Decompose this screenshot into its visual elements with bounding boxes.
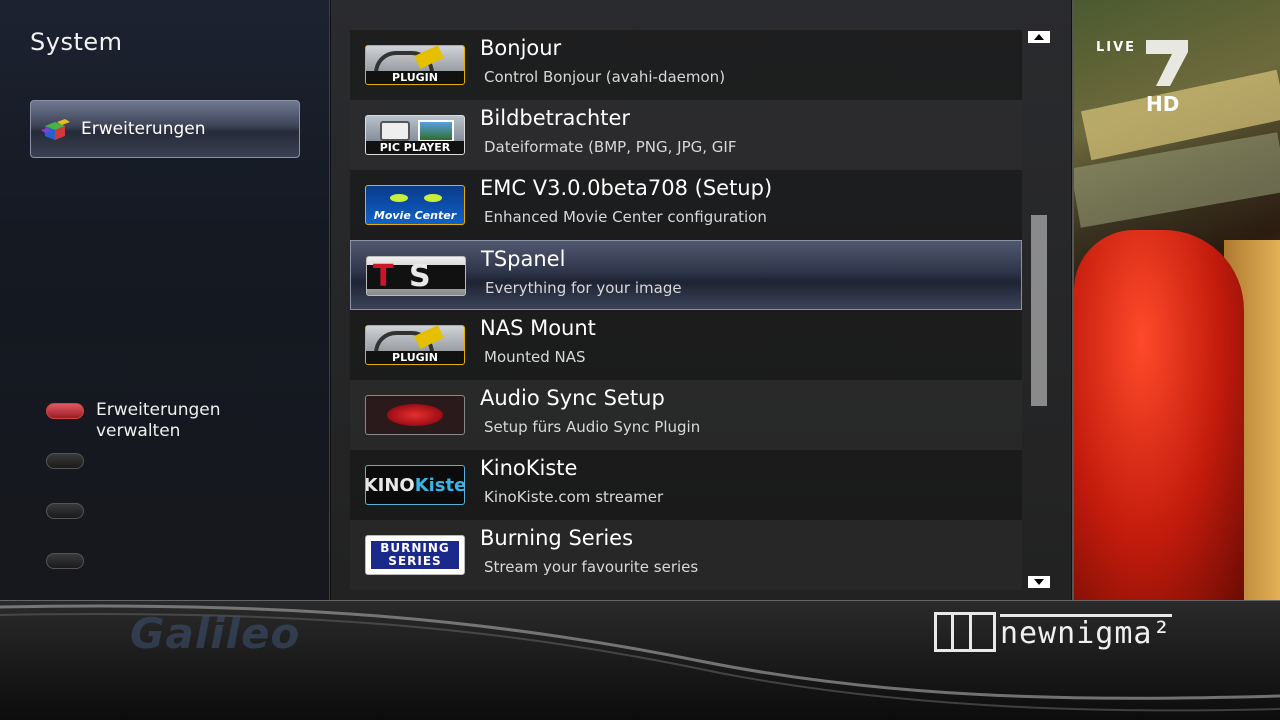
list-item[interactable]: PLUGIN Bonjour Control Bonjour (avahi-da… [350,30,1022,100]
plugin-list: PLUGIN Bonjour Control Bonjour (avahi-da… [331,0,1071,600]
left-panel: System Erweiterungen Erweiterungen verwa… [0,0,330,600]
category-erweiterungen-button[interactable]: Erweiterungen [30,100,300,158]
list-item[interactable]: Movie Center EMC V3.0.0beta708 (Setup) E… [350,170,1022,240]
item-title: Burning Series [480,526,634,550]
newnigma-logo: newnigma² [934,611,1172,653]
item-description: Control Bonjour (avahi-daemon) [484,68,726,86]
page-title: System [30,28,123,56]
green-key-button[interactable] [46,453,84,469]
hd-label: HD [1146,92,1180,116]
item-title: NAS Mount [480,316,596,340]
item-title: TSpanel [481,247,566,271]
pic-player-icon: PIC PLAYER [365,115,465,155]
galileo-watermark: Galileo [130,609,301,658]
list-item[interactable]: PLUGIN NAS Mount Mounted NAS [350,310,1022,380]
list-item[interactable]: PIC PLAYER Bildbetrachter Dateiformate (… [350,100,1022,170]
item-title: EMC V3.0.0beta708 (Setup) [480,176,773,200]
scrollbar-thumb[interactable] [1031,215,1047,406]
item-description: Setup fürs Audio Sync Plugin [484,418,701,436]
list-item-selected[interactable]: TS TSpanel Everything for your image [350,240,1022,310]
red-key-button[interactable] [46,403,84,419]
yellow-key-button[interactable] [46,503,84,519]
brand-text: newnigma² [1000,613,1172,651]
lips-icon [365,395,465,435]
scroll-up-arrow-icon[interactable] [1028,31,1050,43]
scroll-down-arrow-icon[interactable] [1028,576,1050,588]
burning-series-icon: BURNING SERIES [365,535,465,575]
plugin-icon: PLUGIN [365,325,465,365]
item-description: Mounted NAS [484,348,586,366]
item-title: Bonjour [480,36,562,60]
list-item[interactable]: BURNING SERIES Burning Series Stream you… [350,520,1022,590]
plugin-icon: PLUGIN [365,45,465,85]
cubes-icon [41,119,70,140]
kinokiste-icon: KINO Kiste [365,465,465,505]
category-label: Erweiterungen [81,119,206,139]
item-description: Stream your favourite series [484,558,699,576]
tspanel-icon: TS [366,256,466,296]
red-key-label: Erweiterungen verwalten [96,400,221,441]
newnigma-icon [934,612,996,652]
item-description: Enhanced Movie Center configuration [484,208,767,226]
list-item[interactable]: Audio Sync Setup Setup fürs Audio Sync P… [350,380,1022,450]
blue-key-button[interactable] [46,553,84,569]
item-description: KinoKiste.com streamer [484,488,664,506]
item-description: Everything for your image [485,279,682,297]
movie-center-icon: Movie Center [365,185,465,225]
live-label: LIVE [1096,40,1137,55]
item-description: Dateiformate (BMP, PNG, JPG, GIF [484,138,737,156]
item-title: Audio Sync Setup [480,386,665,410]
list-item[interactable]: KINO Kiste KinoKiste KinoKiste.com stream… [350,450,1022,520]
item-title: KinoKiste [480,456,578,480]
item-title: Bildbetrachter [480,106,631,130]
prosieben-seven-icon [1146,40,1188,86]
tv-preview: LIVE HD [1072,0,1280,600]
footer-bar: Galileo newnigma² [0,600,1280,720]
